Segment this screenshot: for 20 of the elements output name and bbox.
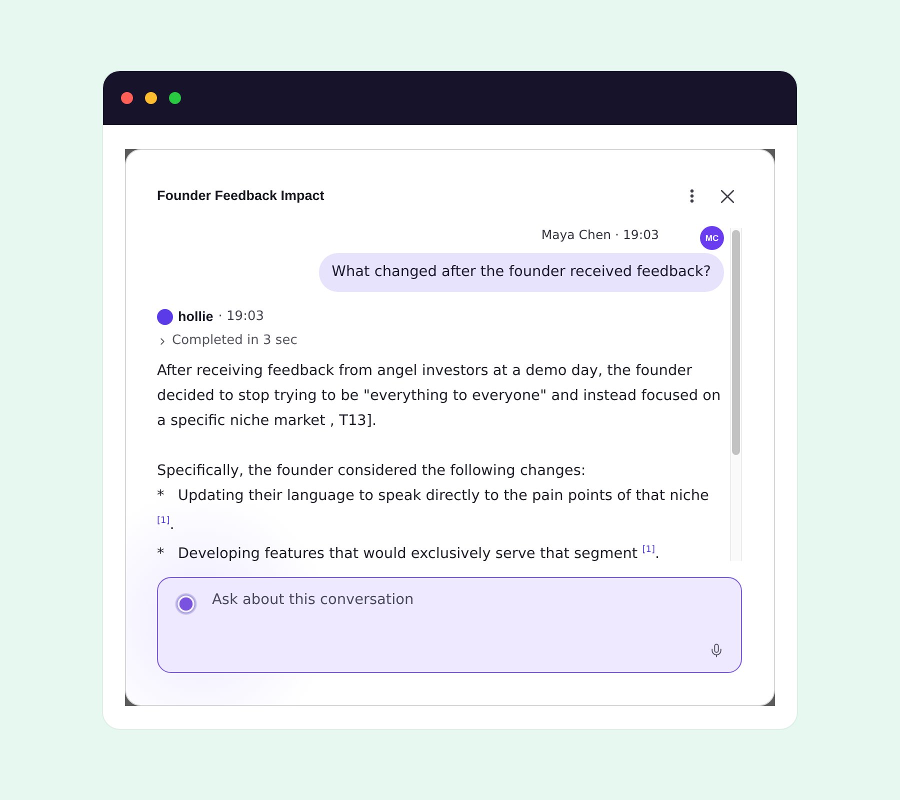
citation-link[interactable]: [1] [642, 544, 655, 555]
author-name: hollie [178, 309, 214, 325]
citation-link[interactable]: [1] [157, 516, 170, 526]
list-intro: Specifically, the founder considered the following changes: [157, 462, 587, 481]
microphone-icon [708, 642, 724, 658]
message-input[interactable]: Ask about this conversation [212, 590, 724, 610]
list-item: * Developing features that would exclusively serve that segment $^{[1]}$. [157, 544, 661, 564]
message-time: · 19:03 [218, 309, 264, 325]
scrollbar-thumb[interactable] [732, 230, 740, 455]
answer-paragraph: After receiving feedback from angel investors at a demo day, the founder decided to stop trying to be "everything to everyone" and instead focused on a specific niche market , T13]. [157, 362, 722, 431]
list-item: * Updating their language to speak directly to the pain points of that niche $^{[1]}$. [157, 487, 710, 535]
more-options-icon [690, 189, 694, 203]
status-toggle[interactable]: Completed in 3 sec [157, 333, 298, 349]
assistant-avatar-icon [157, 309, 173, 325]
close-icon [720, 190, 734, 202]
dialog-title: Founder Feedback Impact [157, 186, 326, 205]
user-avatar: MC [700, 226, 724, 250]
orb-icon [175, 593, 197, 615]
message-bubble: What changed after the founder received feedback? [318, 253, 724, 292]
message-meta: Maya Chen · 19:03 [541, 227, 659, 243]
